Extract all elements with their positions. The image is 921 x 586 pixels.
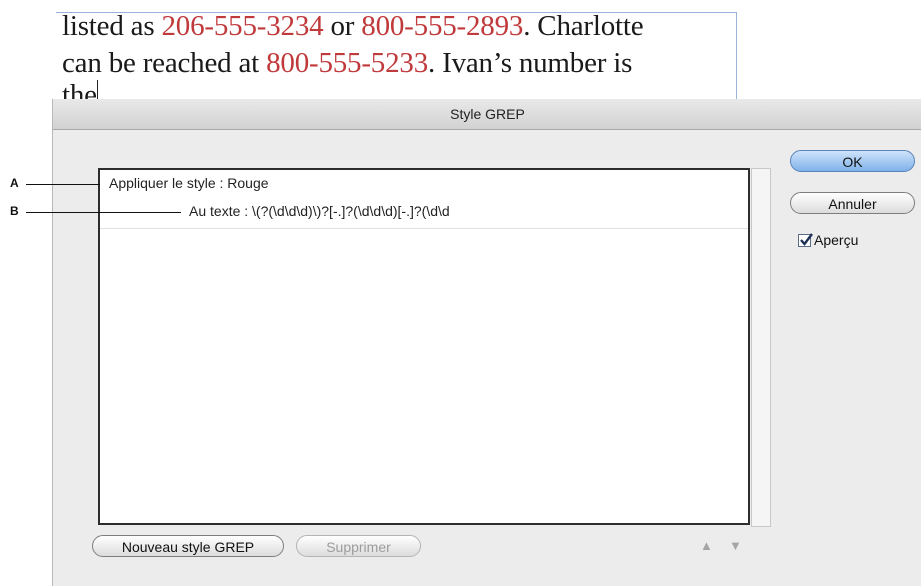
to-text-row[interactable]: Au texte : \(?(\d\d\d)\)?[-.]?(\d\d\d)[-…: [189, 203, 569, 219]
dialog-title: Style GREP: [53, 99, 921, 130]
apply-style-row[interactable]: Appliquer le style : Rouge: [109, 175, 269, 191]
grep-style-list[interactable]: Appliquer le style : Rouge Au texte : \(…: [98, 168, 750, 525]
checkbox-checked-icon[interactable]: [798, 233, 813, 247]
cancel-button[interactable]: Annuler: [790, 192, 915, 214]
callout-a-label: A: [10, 176, 19, 190]
callout-b-line: [26, 212, 181, 213]
callout-b-label: B: [10, 204, 19, 218]
grep-style-dialog: Style GREP Appliquer le style : Rouge Au…: [52, 99, 921, 586]
document-line-2: can be reached at 800-555-5233. Ivan’s n…: [62, 47, 633, 79]
move-down-icon[interactable]: ▼: [729, 538, 742, 553]
callout-a-line: [26, 184, 100, 185]
phone-number: 800-555-5233: [266, 47, 429, 79]
ok-button[interactable]: OK: [790, 150, 915, 172]
move-up-icon[interactable]: ▲: [700, 538, 713, 553]
preview-checkbox[interactable]: Aperçu: [798, 232, 858, 248]
document-line-1: listed as 206-555-3234 or 800-555-2893. …: [62, 10, 644, 42]
list-scrollbar[interactable]: [751, 168, 771, 527]
phone-number: 206-555-3234: [161, 10, 324, 42]
phone-number: 800-555-2893: [361, 10, 524, 42]
document-line-3: the: [62, 79, 97, 99]
delete-button[interactable]: Supprimer: [296, 535, 421, 557]
row-divider: [100, 228, 748, 229]
preview-label: Aperçu: [814, 232, 859, 248]
new-grep-style-button[interactable]: Nouveau style GREP: [92, 535, 284, 557]
